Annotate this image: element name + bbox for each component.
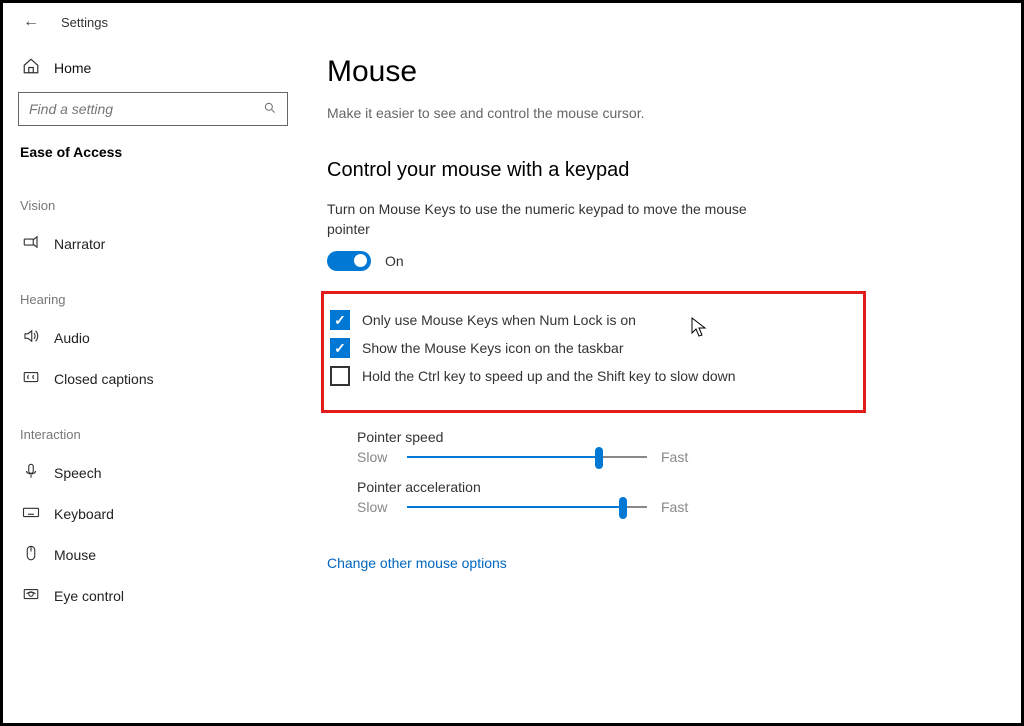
checkbox-row-numlock[interactable]: Only use Mouse Keys when Num Lock is on	[330, 310, 783, 330]
page-subtitle: Make it easier to see and control the mo…	[327, 105, 991, 121]
nav-speech[interactable]: Speech	[18, 452, 288, 493]
section-desc: Turn on Mouse Keys to use the numeric ke…	[327, 200, 747, 239]
home-icon	[22, 57, 40, 78]
home-nav[interactable]: Home	[18, 51, 288, 92]
audio-icon	[22, 327, 40, 348]
narrator-icon	[22, 233, 40, 254]
slider-accel-low: Slow	[357, 499, 393, 515]
slider-speed-low: Slow	[357, 449, 393, 465]
search-input[interactable]	[29, 101, 252, 117]
keyboard-icon	[22, 503, 40, 524]
category-header: Ease of Access	[20, 144, 288, 160]
slider-speed[interactable]	[407, 449, 647, 465]
toggle-state: On	[385, 253, 404, 269]
other-mouse-options-link[interactable]: Change other mouse options	[327, 555, 507, 571]
checkbox-label: Only use Mouse Keys when Num Lock is on	[362, 312, 636, 328]
main-content: Mouse Make it easier to see and control …	[303, 37, 1021, 721]
nav-item-label: Speech	[54, 465, 101, 481]
sidebar: Home Ease of Access Vision Narrator Hear…	[3, 37, 303, 721]
nav-item-label: Audio	[54, 330, 90, 346]
back-button[interactable]: ←	[23, 13, 39, 31]
group-interaction: Interaction	[20, 427, 288, 442]
group-vision: Vision	[20, 198, 288, 213]
section-title: Control your mouse with a keypad	[327, 159, 991, 182]
slider-speed-title: Pointer speed	[357, 429, 991, 445]
eye-icon	[22, 585, 40, 606]
nav-mouse[interactable]: Mouse	[18, 534, 288, 575]
highlight-box: Only use Mouse Keys when Num Lock is on …	[321, 291, 866, 413]
search-box[interactable]	[18, 92, 288, 126]
nav-item-label: Mouse	[54, 547, 96, 563]
nav-item-label: Keyboard	[54, 506, 114, 522]
app-title: Settings	[61, 15, 108, 30]
mouse-icon	[22, 544, 40, 565]
checkbox-label: Hold the Ctrl key to speed up and the Sh…	[362, 368, 736, 384]
slider-speed-high: Fast	[661, 449, 697, 465]
nav-audio[interactable]: Audio	[18, 317, 288, 358]
captions-icon	[22, 368, 40, 389]
checkbox-numlock[interactable]	[330, 310, 350, 330]
page-title: Mouse	[327, 55, 991, 89]
checkbox-ctrlshift[interactable]	[330, 366, 350, 386]
slider-accel-high: Fast	[661, 499, 697, 515]
nav-narrator[interactable]: Narrator	[18, 223, 288, 264]
checkbox-taskbar[interactable]	[330, 338, 350, 358]
nav-item-label: Narrator	[54, 236, 105, 252]
checkbox-row-taskbar[interactable]: Show the Mouse Keys icon on the taskbar	[330, 338, 783, 358]
speech-icon	[22, 462, 40, 483]
nav-item-label: Eye control	[54, 588, 124, 604]
nav-keyboard[interactable]: Keyboard	[18, 493, 288, 534]
nav-closed-captions[interactable]: Closed captions	[18, 358, 288, 399]
checkbox-row-ctrlshift[interactable]: Hold the Ctrl key to speed up and the Sh…	[330, 366, 783, 386]
nav-item-label: Closed captions	[54, 371, 154, 387]
nav-eye-control[interactable]: Eye control	[18, 575, 288, 616]
slider-accel[interactable]	[407, 499, 647, 515]
slider-accel-title: Pointer acceleration	[357, 479, 991, 495]
mouse-keys-toggle[interactable]	[327, 251, 371, 271]
home-label: Home	[54, 60, 91, 76]
group-hearing: Hearing	[20, 292, 288, 307]
search-icon	[263, 101, 277, 118]
checkbox-label: Show the Mouse Keys icon on the taskbar	[362, 340, 623, 356]
